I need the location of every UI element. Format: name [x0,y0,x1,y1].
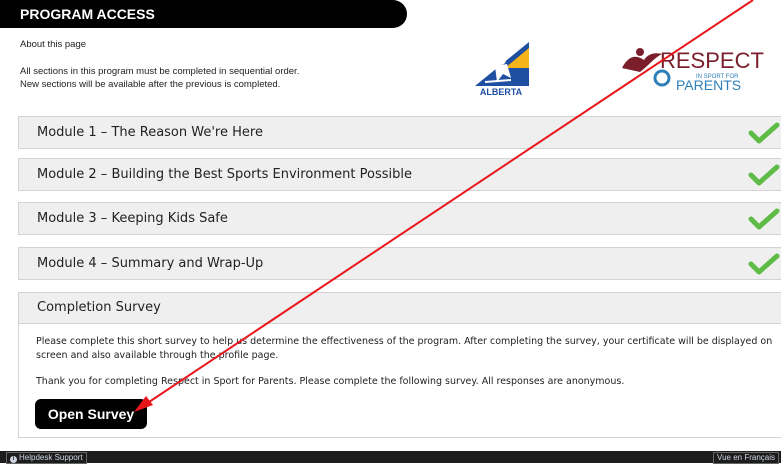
about-link[interactable]: About this page [20,39,86,50]
respect-wordmark: RESPECT [660,48,764,73]
intro-line-1: All sections in this program must be com… [20,66,300,77]
module-2-label: Module 2 – Building the Best Sports Envi… [37,167,412,182]
open-survey-button[interactable]: Open Survey [35,399,147,429]
module-4-row[interactable]: Module 4 – Summary and Wrap-Up [18,247,781,280]
alberta-logo-text: ALBERTA [480,87,523,97]
helpdesk-label: Helpdesk Support [19,453,83,462]
respect-parents: PARENTS [676,77,741,93]
checkmark-icon [748,122,780,144]
alberta-logo: ALBERTA [475,42,529,97]
respect-in-sport-logo: RESPECT IN SPORT FOR PARENTS [622,48,764,93]
survey-description: Please complete this short survey to hel… [36,336,773,361]
module-1-row[interactable]: Module 1 – The Reason We're Here [18,116,781,149]
module-3-row[interactable]: Module 3 – Keeping Kids Safe [18,202,781,235]
module-4-label: Module 4 – Summary and Wrap-Up [37,256,264,271]
page-title: PROGRAM ACCESS [0,0,407,28]
info-icon: i [10,456,17,463]
language-toggle-link[interactable]: Vue en Français [713,452,779,464]
survey-heading: Completion Survey [19,293,781,324]
intro-text: All sections in this program must be com… [20,65,299,91]
checkmark-icon [748,164,780,186]
footer-bar: i Helpdesk Support Vue en Français [0,451,781,464]
module-1-label: Module 1 – The Reason We're Here [37,125,263,140]
survey-thanks: Thank you for completing Respect in Spor… [36,376,625,387]
module-2-row[interactable]: Module 2 – Building the Best Sports Envi… [18,158,781,191]
completion-survey-panel: Completion Survey Please complete this s… [18,292,781,438]
checkmark-icon [748,208,780,230]
intro-line-2: New sections will be available after the… [20,79,281,90]
checkmark-icon [748,253,780,275]
helpdesk-support-link[interactable]: i Helpdesk Support [6,452,87,464]
module-3-label: Module 3 – Keeping Kids Safe [37,211,228,226]
